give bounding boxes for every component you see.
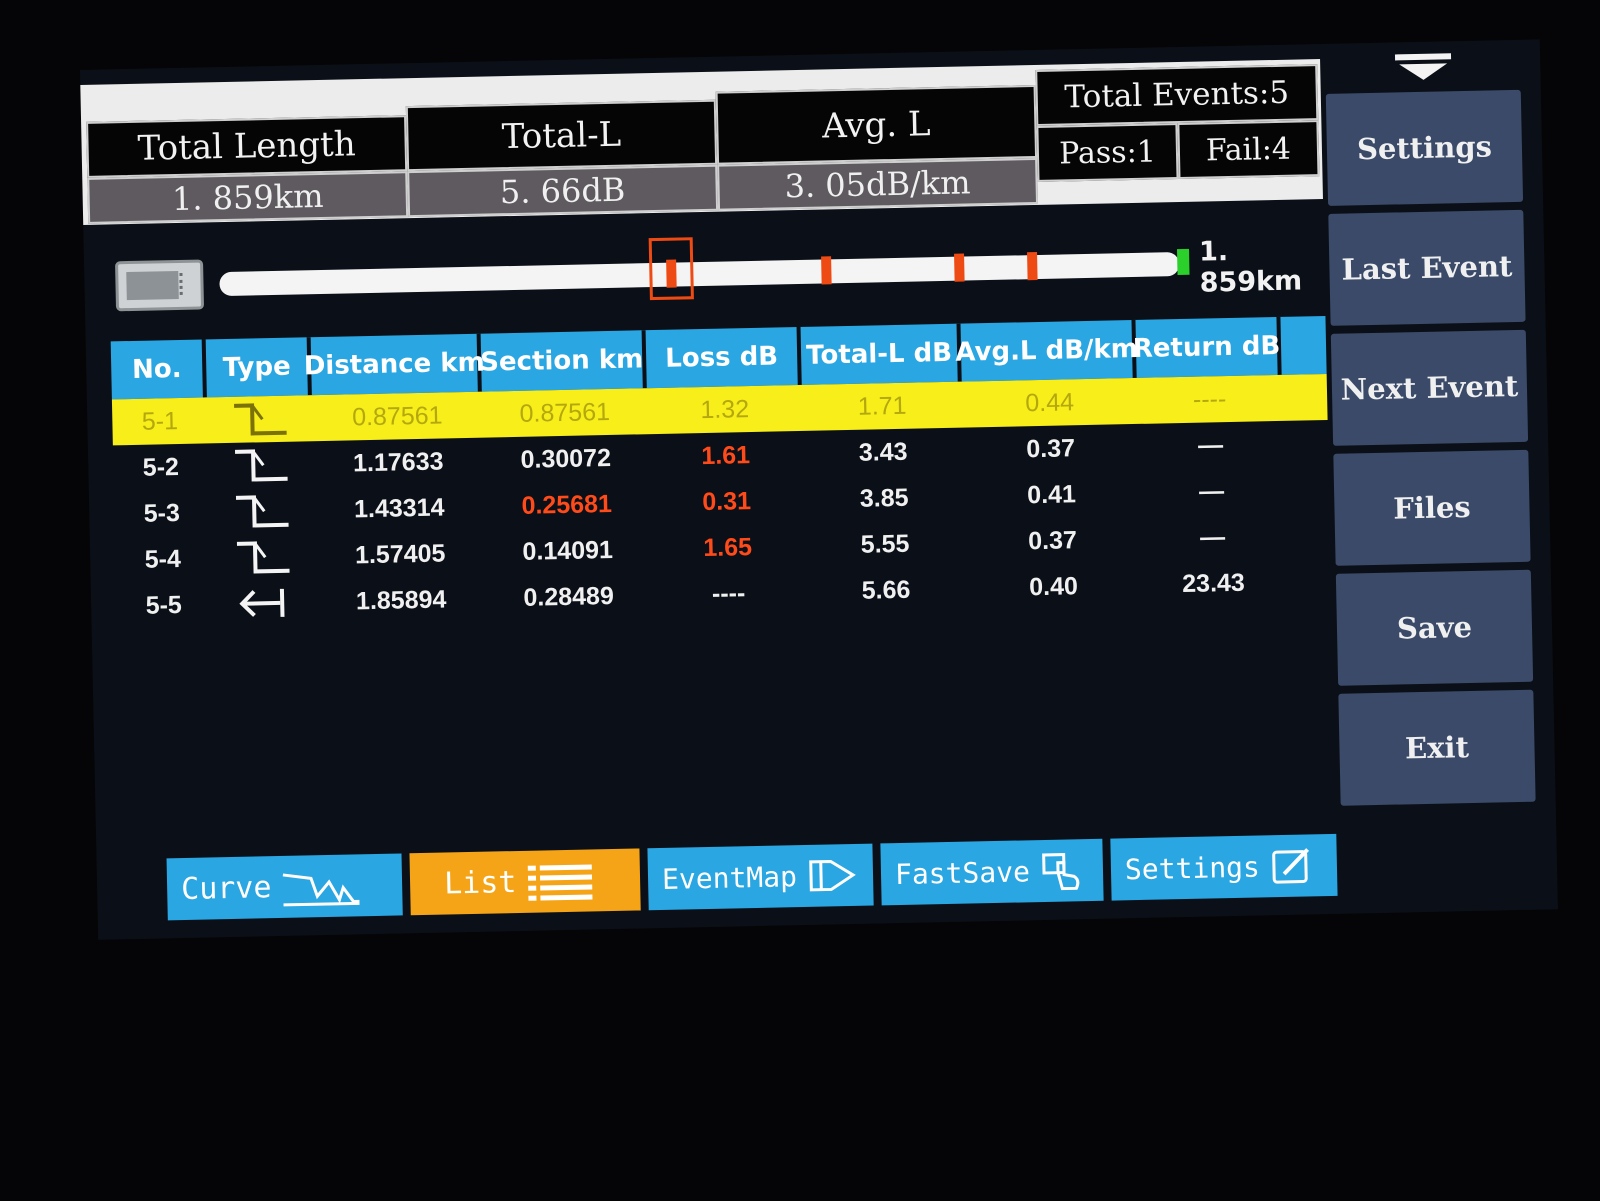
step-loss-icon [210, 533, 316, 581]
tab-curve-label: Curve [180, 869, 272, 907]
save-button[interactable]: Save [1335, 569, 1534, 686]
curve-icon [283, 873, 360, 907]
cell-section: 0.14091 [522, 535, 614, 566]
col-loss: Loss dB [645, 326, 802, 389]
tab-eventmap[interactable]: EventMap [647, 843, 874, 911]
cell-total_l: 1.71 [857, 391, 907, 421]
cell-no: 5-3 [143, 498, 181, 528]
step-loss-icon [208, 441, 314, 489]
bottom-tab-bar: Curve List EventMap FastSave Settings [166, 833, 1338, 921]
fiber-end-icon [211, 579, 317, 627]
next-event-button[interactable]: Next Event [1330, 329, 1529, 446]
cell-no: 5-2 [142, 452, 180, 482]
summary-header: Total Length 1. 859km Total-L 5. 66dB Av… [80, 59, 1323, 225]
files-button[interactable]: Files [1333, 449, 1531, 566]
total-events-label: Total Events:5 [1035, 64, 1319, 126]
cell-no: 5-4 [144, 544, 182, 574]
cell-loss: 1.65 [703, 532, 753, 562]
otdr-device-icon [115, 259, 205, 312]
cell-return: 23.43 [1181, 568, 1246, 598]
tab-list[interactable]: List [409, 848, 641, 916]
cell-avg_l: 0.40 [1028, 571, 1079, 601]
last-event-button[interactable]: Last Event [1328, 209, 1526, 326]
cell-section: 0.87561 [519, 397, 611, 428]
cell-avg_l: 0.41 [1026, 479, 1077, 509]
list-icon [528, 864, 593, 901]
cell-return: — [1197, 430, 1224, 460]
total-loss-label: Total-L [405, 99, 718, 172]
total-loss-value: 5. 66dB [407, 164, 719, 218]
cell-avg_l: 0.37 [1026, 433, 1076, 463]
cell-distance: 1.43314 [353, 492, 445, 523]
tab-fastsave-label: FastSave [894, 854, 1031, 891]
step-loss-icon [209, 487, 315, 535]
cell-section: 0.25681 [521, 489, 613, 520]
fiber-end-marker [1176, 248, 1190, 276]
edit-settings-icon [1272, 848, 1309, 884]
cell-return: ---- [1192, 384, 1227, 414]
cell-distance: 1.85894 [355, 584, 447, 615]
exit-button[interactable]: Exit [1338, 689, 1536, 806]
col-total-l: Total-L dB [800, 323, 962, 385]
cell-no: 5-1 [141, 406, 179, 436]
cell-distance: 0.87561 [351, 400, 443, 431]
step-loss-icon [207, 395, 313, 443]
avg-loss-label: Avg. L [715, 84, 1038, 165]
cell-return: — [1199, 522, 1226, 552]
side-panel: Settings Last Event Next Event Files Sav… [1325, 40, 1538, 894]
cell-loss: 0.31 [702, 486, 752, 516]
cell-distance: 1.17633 [352, 446, 444, 477]
cell-loss: 1.32 [700, 394, 750, 424]
fiber-event-map[interactable]: 1. 859km [108, 204, 1325, 329]
cell-avg_l: 0.37 [1027, 525, 1078, 555]
otdr-screen: Total Length 1. 859km Total-L 5. 66dB Av… [80, 39, 1558, 940]
event-marker[interactable] [821, 256, 833, 285]
fail-count: Fail:4 [1177, 120, 1320, 180]
col-return: Return dB [1133, 316, 1282, 378]
settings-button[interactable]: Settings [1325, 89, 1524, 206]
col-no: No. [110, 339, 207, 400]
event-marker[interactable] [954, 253, 965, 282]
cell-section: 0.28489 [523, 581, 615, 612]
cell-total_l: 5.66 [861, 575, 911, 605]
selected-event-box [648, 237, 695, 301]
fiber-length-label: 1. 859km [1198, 235, 1303, 299]
collapse-arrow-icon[interactable] [1325, 40, 1521, 94]
cell-distance: 1.57405 [354, 538, 446, 569]
cell-loss: ---- [711, 578, 746, 608]
fastsave-icon [1041, 853, 1080, 891]
total-length-value: 1. 859km [87, 171, 409, 224]
col-avg-l: Avg.L dB/km [955, 319, 1138, 382]
cell-section: 0.30072 [520, 443, 612, 474]
eventmap-icon [809, 859, 856, 892]
tab-curve[interactable]: Curve [166, 853, 403, 921]
col-section: Section km [480, 330, 647, 392]
event-table: No. Type Distance km Section km Loss dB … [110, 315, 1332, 629]
pass-count: Pass:1 [1036, 123, 1179, 182]
cell-total_l: 3.85 [859, 483, 909, 513]
col-type: Type [205, 337, 312, 398]
event-marker[interactable] [1026, 252, 1038, 281]
tab-list-label: List [443, 864, 517, 902]
cell-return: — [1198, 476, 1225, 506]
tab-settings[interactable]: Settings [1110, 833, 1338, 901]
cell-loss: 1.61 [701, 440, 751, 470]
cell-total_l: 3.43 [858, 437, 908, 467]
cell-avg_l: 0.44 [1025, 387, 1075, 417]
cell-no: 5-5 [145, 590, 183, 620]
tab-eventmap-label: EventMap [661, 859, 798, 896]
tab-settings-label: Settings [1124, 849, 1261, 886]
avg-loss-value: 3. 05dB/km [717, 157, 1039, 211]
col-distance: Distance km [303, 333, 485, 396]
total-length-label: Total Length [86, 115, 408, 178]
tab-fastsave[interactable]: FastSave [880, 838, 1104, 906]
cell-total_l: 5.55 [860, 529, 910, 559]
